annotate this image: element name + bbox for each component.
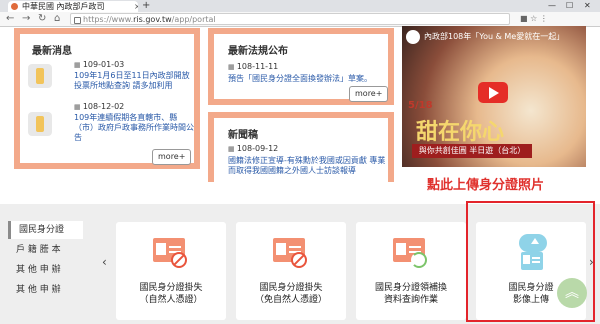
url-domain: ris.gov.tw [133,15,172,24]
id-card-lost-icon [149,230,193,274]
service-1-line1: 國民身分證掛失 [139,283,203,293]
maximize-icon[interactable]: ☐ [566,0,573,12]
press-link-1[interactable]: 國籍法修正宣導-有殊勳於我國或因貢獻 專業而取得我國國籍之外國人士訪談報導 [228,156,390,176]
service-2-line2: （免自然人憑證） [254,295,327,305]
news-card: 最新消息 109-01-03 109年1月6日至11日內政部開放投票所地點查詢 … [14,28,200,169]
news-date-1: 109-01-03 [74,60,124,69]
address-bar[interactable]: https://www.ris.gov.tw/app/portal [70,13,510,25]
press-card: 新聞稿 108-09-12 國籍法修正宣導-有殊勳於我國或因貢獻 專業而取得我國… [208,112,394,182]
carousel-prev-icon[interactable]: ‹ [102,255,107,269]
press-title: 新聞稿 [228,130,258,141]
service-1-line2: （自然人憑證） [139,295,203,305]
channel-avatar [406,30,420,44]
site-favicon-icon [11,3,18,10]
service-reissue-query[interactable]: 國民身分證領補換 資料查詢作業 [356,222,466,320]
service-report-lost-nocert[interactable]: 國民身分證掛失 （免自然人憑證） [236,222,346,320]
megaphone-icon [28,112,52,136]
home-icon[interactable]: ⌂ [54,12,60,26]
minimize-icon[interactable]: — [548,0,556,12]
tab-bar: 中華民國 內政部戶政司 × + — ☐ ✕ [0,0,600,12]
press-date-1: 108-09-12 [228,144,278,153]
side-menu-household-transcript[interactable]: 戶 籍 謄 本 [8,241,83,259]
close-window-icon[interactable]: ✕ [584,0,591,12]
video-title[interactable]: 內政部108年「You & Me愛就在一起」 [424,30,584,44]
reload-icon[interactable]: ↻ [38,12,46,26]
video-banner: 與你共創佳圓 半日遊（台北） [412,144,532,158]
back-to-top-button[interactable]: ︽ [557,278,587,308]
law-date-1: 108-11-11 [228,62,278,71]
video-date: 5/18 [408,100,433,111]
browser-toolbar: ← → ↻ ⌂ https://www.ris.gov.tw/app/porta… [0,12,600,27]
id-card-lost-icon [269,230,313,274]
play-button-icon[interactable] [478,82,508,103]
tab-title: 中華民國 內政部戶政司 [22,2,105,11]
service-report-lost-cert[interactable]: 國民身分證掛失 （自然人憑證） [116,222,226,320]
side-menu-other-1[interactable]: 其 他 申 辦 [8,261,83,279]
side-menu-id-card[interactable]: 國民身分證 [8,221,83,239]
tab-ris-portal[interactable]: 中華民國 內政部戶政司 × [8,1,138,12]
back-arrow-icon[interactable]: ← [6,12,14,26]
service-2-line1: 國民身分證掛失 [259,283,323,293]
news-link-1[interactable]: 109年1月6日至11日內政部開放投票所地點查詢 請多加利用 [74,71,194,91]
tab-close-icon[interactable]: × [134,1,138,12]
law-card: 最新法規公布 108-11-11 預告「國民身分證全面換發辦法」草案。 more… [208,28,394,105]
law-title: 最新法規公布 [228,46,288,57]
news-title: 最新消息 [32,46,72,57]
forward-arrow-icon[interactable]: → [22,12,30,26]
news-more-button[interactable]: more+ [152,149,192,165]
url-prefix: https://www. [83,15,134,24]
megaphone-icon [28,64,52,88]
id-card-renew-icon [389,230,433,274]
youtube-video[interactable]: 內政部108年「You & Me愛就在一起」 5/18 甜在你心 與你共創佳圓 … [402,26,586,167]
upload-hint-text: 點此上傳身分證照片 [427,178,545,193]
video-big-text: 甜在你心 [416,120,505,145]
side-menu-other-2[interactable]: 其 他 申 辦 [8,281,83,299]
law-link-1[interactable]: 預告「國民身分證全面換發辦法」草案。 [228,74,388,84]
url-path: /app/portal [171,15,216,24]
extensions-icon[interactable]: ■ ☆ ⋮ [520,14,548,23]
service-3-line2: 資料查詢作業 [383,295,438,305]
lock-icon [74,17,81,24]
law-more-button[interactable]: more+ [349,86,389,102]
new-tab-icon[interactable]: + [142,0,150,12]
news-date-2: 108-12-02 [74,102,124,111]
service-3-line1: 國民身分證領補換 [374,283,447,293]
news-link-2[interactable]: 109年連續假期各直轄市、縣（市）政府戶政事務所作業時間公告 [74,113,194,143]
